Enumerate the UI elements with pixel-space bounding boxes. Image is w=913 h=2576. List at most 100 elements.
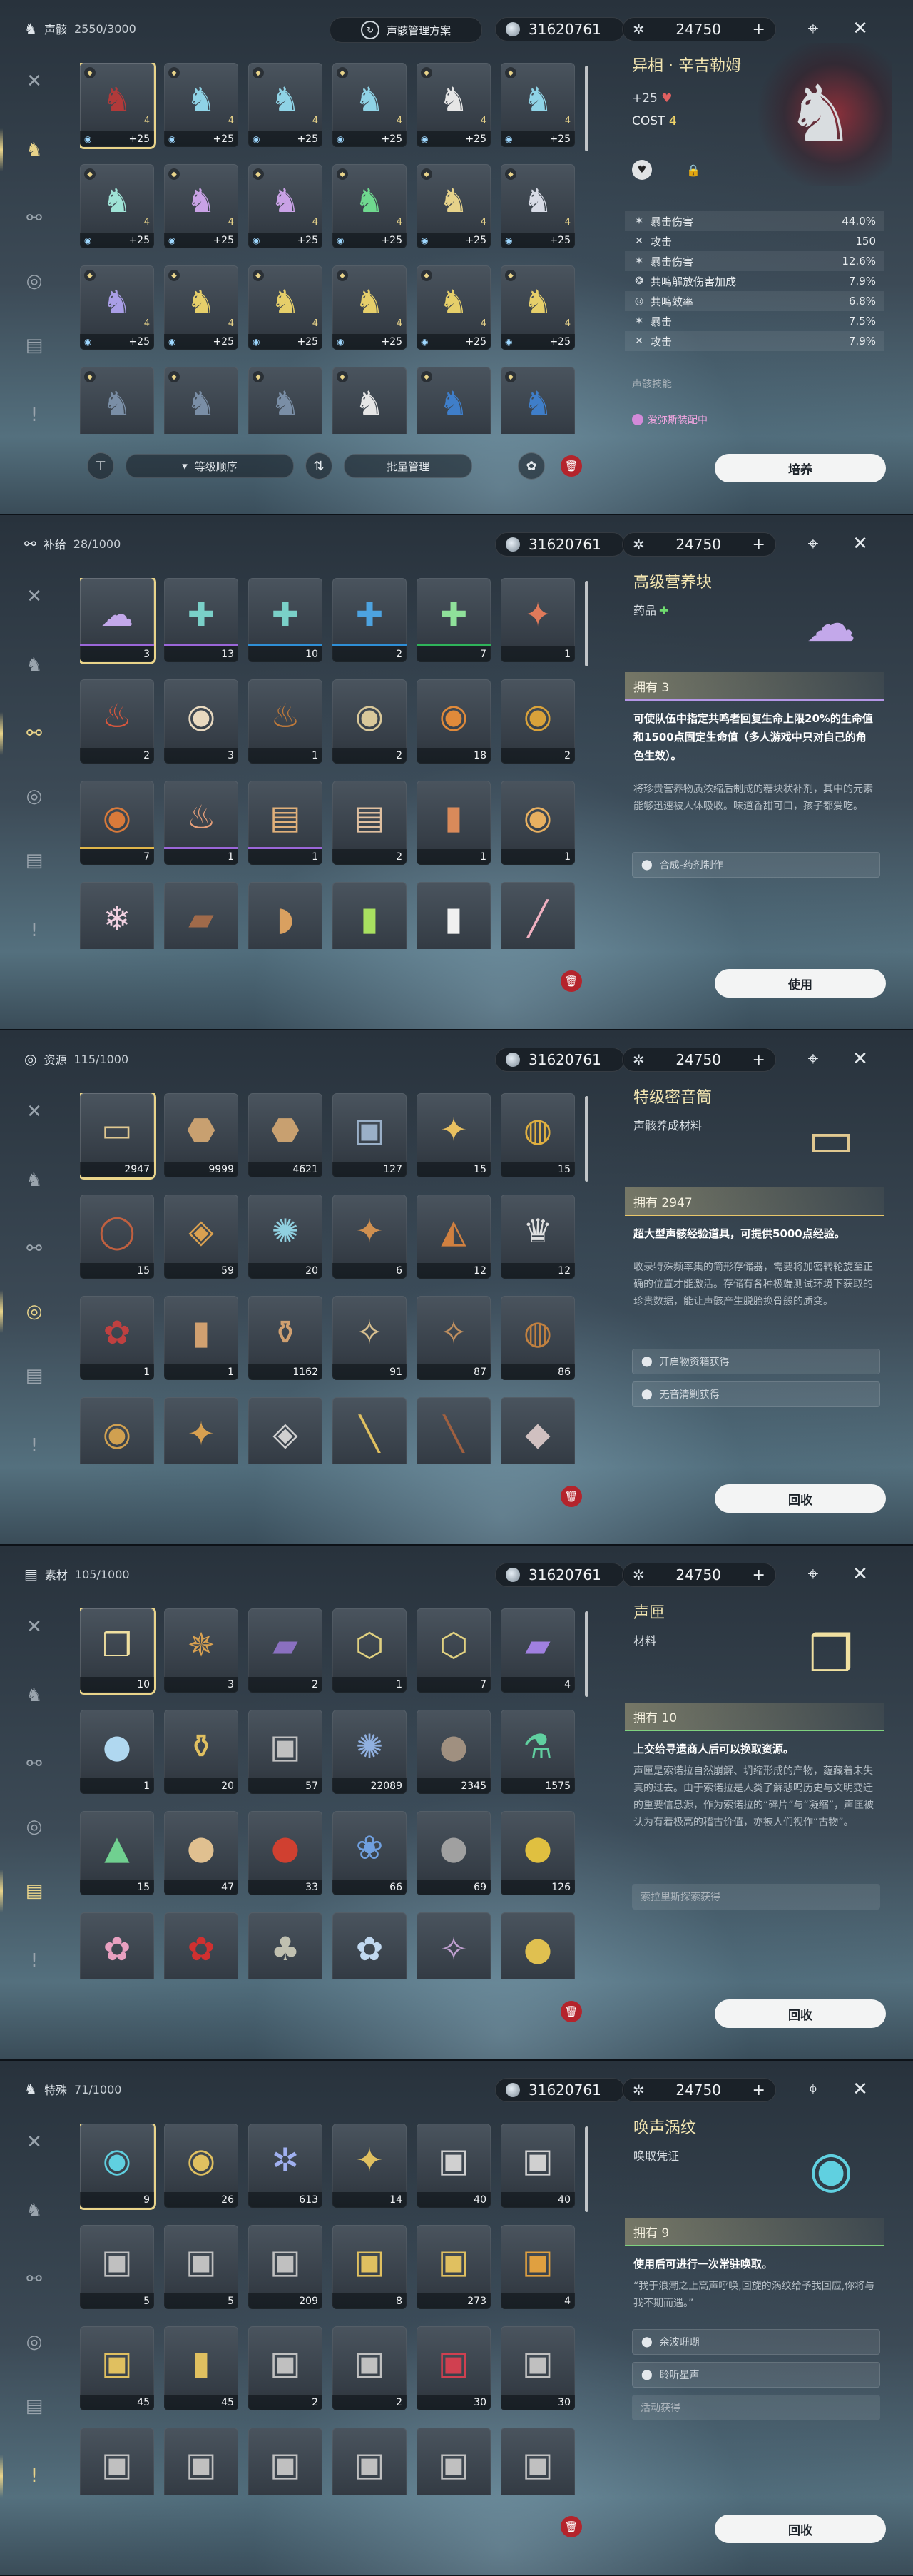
item-slot[interactable]: ⬡ 7 xyxy=(417,1608,491,1693)
echo-icon[interactable]: ♞ xyxy=(19,649,50,681)
echo-slot[interactable]: ♞ +25 ◆ 4 ◉ xyxy=(332,164,407,248)
item-slot[interactable]: ♨ 2 xyxy=(80,679,154,764)
close-icon[interactable]: ✕ xyxy=(846,529,874,558)
material-icon[interactable]: ▤ xyxy=(19,1360,50,1391)
item-slot[interactable]: ◉ 9 xyxy=(80,2124,154,2208)
filter-icon[interactable]: ⊤ xyxy=(87,452,114,480)
target-icon[interactable]: ⌖ xyxy=(799,529,827,558)
supply-icon[interactable]: ⚯ xyxy=(19,1233,50,1264)
item-slot[interactable]: ◉ 2 xyxy=(501,679,575,764)
item-slot[interactable]: ◯ 15 xyxy=(80,1195,154,1279)
item-slot[interactable]: ▣ 30 xyxy=(417,2326,491,2410)
item-slot[interactable]: ▣ 40 xyxy=(501,2124,575,2208)
favorite-icon[interactable]: ♥ xyxy=(632,160,652,180)
trash-icon[interactable]: 🗑 xyxy=(561,970,582,992)
special-icon[interactable]: ! xyxy=(19,400,50,431)
echo-icon[interactable]: ♞ xyxy=(19,2195,50,2226)
sword-icon[interactable]: ✕ xyxy=(19,66,50,97)
resource-icon[interactable]: ◎ xyxy=(19,781,50,812)
echo-slot[interactable]: ♞ +25 ◆ 4 ◉ xyxy=(80,265,154,350)
preset-button[interactable]: ↻ 声骸管理方案 xyxy=(330,17,482,43)
echo-slot[interactable]: ♞◆◉ xyxy=(332,367,407,434)
item-slot[interactable]: ✧ 91 xyxy=(332,1296,407,1380)
item-slot[interactable]: ▰ 4 xyxy=(501,1608,575,1693)
item-slot[interactable]: ⬣ 4621 xyxy=(248,1093,322,1177)
item-slot[interactable]: ◍ 86 xyxy=(501,1296,575,1380)
item-slot[interactable]: ♛ 12 xyxy=(501,1195,575,1279)
item-slot[interactable]: ❒ 10 xyxy=(80,1608,154,1693)
echo-slot[interactable]: ♞ +25 ◆ 4 ◉ xyxy=(501,63,575,147)
resource-icon[interactable]: ◎ xyxy=(19,1811,50,1842)
item-slot[interactable]: ♨ 1 xyxy=(248,679,322,764)
echo-slot[interactable]: ♞ +25 ◆ 4 ◉ xyxy=(332,265,407,350)
material-icon[interactable]: ▤ xyxy=(19,330,50,361)
item-slot[interactable]: ✲ 613 xyxy=(248,2124,322,2208)
item-slot[interactable]: ▣ xyxy=(417,2428,491,2495)
item-slot[interactable]: ◈ 59 xyxy=(164,1195,238,1279)
item-slot[interactable]: ▣ 2 xyxy=(332,2326,407,2410)
echo-slot[interactable]: ♞ +25 ◆ 4 ◉ xyxy=(164,265,238,350)
item-slot[interactable]: ▣ xyxy=(248,2428,322,2495)
item-slot[interactable]: ✵ 3 xyxy=(164,1608,238,1693)
astrite[interactable]: ✲ 24750 + xyxy=(622,17,776,41)
trash-icon[interactable]: 🗑 xyxy=(561,2516,582,2537)
supply-icon[interactable]: ⚯ xyxy=(19,1748,50,1780)
target-icon[interactable]: ⌖ xyxy=(799,2075,827,2104)
add-astrite-icon[interactable]: + xyxy=(753,1051,765,1069)
material-icon[interactable]: ▤ xyxy=(19,2390,50,2422)
item-slot[interactable]: ✺ 22089 xyxy=(332,1710,407,1794)
item-slot[interactable]: ♨ 1 xyxy=(164,781,238,865)
item-slot[interactable]: ▮ 1 xyxy=(164,1296,238,1380)
item-slot[interactable]: ✧ 87 xyxy=(417,1296,491,1380)
echo-slot[interactable]: ♞ +25 ◆ 4 ◉ xyxy=(248,164,322,248)
source-row[interactable]: ⬤ 聆听星声 xyxy=(632,2362,880,2388)
target-icon[interactable]: ⌖ xyxy=(799,14,827,43)
item-slot[interactable]: ◉ 7 xyxy=(80,781,154,865)
item-slot[interactable]: ▣ 8 xyxy=(332,2225,407,2309)
lock-icon[interactable]: 🔒 xyxy=(683,160,703,180)
batch-manage-button[interactable]: 批量管理 xyxy=(344,454,472,478)
item-slot[interactable]: ▮ 1 xyxy=(417,781,491,865)
item-slot[interactable]: ♣ xyxy=(248,1912,322,1979)
item-slot[interactable]: ▣ 40 xyxy=(417,2124,491,2208)
item-slot[interactable]: ╱ xyxy=(501,882,575,949)
echo-slot[interactable]: ♞ +25 ◆ 4 ◉ xyxy=(248,265,322,350)
item-slot[interactable]: ▣ 45 xyxy=(80,2326,154,2410)
echo-slot[interactable]: ♞ +25 ◆ 4 ◉ xyxy=(332,63,407,147)
echo-icon[interactable]: ♞ xyxy=(19,1165,50,1196)
scrollbar[interactable] xyxy=(585,2126,588,2212)
target-icon[interactable]: ⌖ xyxy=(799,1560,827,1588)
item-slot[interactable]: ✦ xyxy=(164,1397,238,1464)
item-slot[interactable]: ▣ xyxy=(332,2428,407,2495)
item-slot[interactable]: ◉ xyxy=(80,1397,154,1464)
item-slot[interactable]: ● 1 xyxy=(80,1710,154,1794)
source-row[interactable]: 索拉里斯探索获得 xyxy=(632,1884,880,1910)
scrollbar[interactable] xyxy=(585,581,588,666)
item-slot[interactable]: ▣ xyxy=(80,2428,154,2495)
item-slot[interactable]: ▣ 5 xyxy=(80,2225,154,2309)
supply-icon[interactable]: ⚯ xyxy=(0,712,50,755)
item-slot[interactable]: ✿ xyxy=(80,1912,154,1979)
trash-icon[interactable]: 🗑 xyxy=(561,455,582,477)
resource-icon[interactable]: ◎ xyxy=(0,1290,50,1333)
scrollbar[interactable] xyxy=(585,1611,588,1697)
scrollbar[interactable] xyxy=(585,1096,588,1182)
close-icon[interactable]: ✕ xyxy=(846,1045,874,1073)
astrite[interactable]: ✲ 24750 + xyxy=(622,532,776,557)
close-icon[interactable]: ✕ xyxy=(846,14,874,43)
item-slot[interactable]: ● 126 xyxy=(501,1811,575,1895)
item-slot[interactable]: ⚗ 1575 xyxy=(501,1710,575,1794)
item-slot[interactable]: ⬡ 1 xyxy=(332,1608,407,1693)
trash-icon[interactable]: 🗑 xyxy=(561,1486,582,1507)
item-slot[interactable]: ✚ 2 xyxy=(332,578,407,662)
material-icon[interactable]: ▤ xyxy=(19,845,50,876)
sword-icon[interactable]: ✕ xyxy=(19,2126,50,2158)
add-astrite-icon[interactable]: + xyxy=(753,536,765,554)
item-slot[interactable]: ◆ xyxy=(501,1397,575,1464)
item-slot[interactable]: ▣ 5 xyxy=(164,2225,238,2309)
source-row[interactable]: ⬤ 无音清剿获得 xyxy=(632,1381,880,1407)
echo-slot[interactable]: ♞ +25 ◆ 4 ◉ xyxy=(501,265,575,350)
sort-toggle-icon[interactable]: ⇅ xyxy=(305,452,332,480)
item-slot[interactable]: ▣ 273 xyxy=(417,2225,491,2309)
special-icon[interactable]: ! xyxy=(0,2455,50,2498)
